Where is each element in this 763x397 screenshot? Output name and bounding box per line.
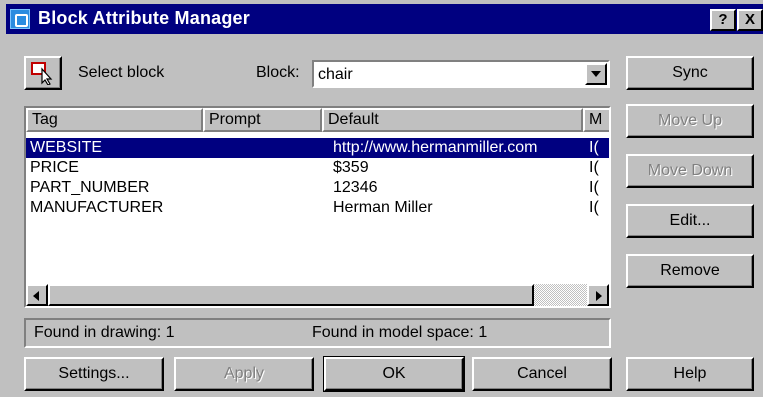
window-title: Block Attribute Manager [38, 8, 250, 28]
status-bar: Found in drawing: 1 Found in model space… [24, 318, 611, 348]
sync-button[interactable]: Sync [626, 56, 754, 90]
help-button[interactable]: Help [626, 357, 754, 391]
scroll-right-button[interactable] [587, 284, 609, 306]
ok-button[interactable]: OK [323, 356, 465, 392]
select-block-button[interactable] [24, 56, 62, 90]
arrow-right-icon [596, 291, 602, 301]
list-row-price[interactable]: PRICE $359 I( [26, 158, 609, 178]
remove-button-label: Remove [660, 262, 720, 279]
column-header-default[interactable]: Default [322, 108, 583, 132]
cell-mode: I( [589, 159, 599, 176]
column-header-tag[interactable]: Tag [26, 108, 203, 132]
move-up-button[interactable]: Move Up [626, 104, 754, 138]
column-header-prompt[interactable]: Prompt [203, 108, 322, 132]
cancel-button[interactable]: Cancel [472, 357, 612, 391]
cell-default: 12346 [333, 179, 378, 196]
app-icon [10, 9, 30, 29]
horizontal-scrollbar[interactable] [26, 284, 609, 306]
found-in-drawing-text: Found in drawing: 1 [34, 324, 175, 341]
list-row-manufacturer[interactable]: MANUFACTURER Herman Miller I( [26, 198, 609, 218]
cell-mode: I( [589, 179, 599, 196]
arrow-left-icon [33, 291, 39, 301]
close-button[interactable]: X [737, 9, 763, 31]
cell-default: $359 [333, 159, 369, 176]
cancel-button-label: Cancel [517, 365, 567, 382]
chevron-down-icon [591, 71, 601, 77]
move-down-button[interactable]: Move Down [626, 154, 754, 188]
cell-tag: WEBSITE [30, 139, 103, 156]
settings-button-label: Settings... [58, 365, 130, 382]
scroll-left-button[interactable] [26, 284, 48, 306]
block-dropdown-value: chair [318, 66, 353, 83]
apply-button-label: Apply [223, 365, 265, 382]
settings-button[interactable]: Settings... [24, 357, 164, 391]
block-label: Block: [256, 64, 300, 81]
dropdown-arrow-button[interactable] [585, 63, 607, 85]
cell-default: Herman Miller [333, 199, 433, 216]
cell-default: http://www.hermanmiller.com [333, 139, 538, 156]
pick-cursor-icon [31, 62, 53, 85]
help-title-button[interactable]: ? [710, 9, 736, 31]
column-header-mode[interactable]: M [583, 108, 609, 132]
move-up-button-label: Move Up [657, 112, 723, 129]
move-down-button-label: Move Down [647, 162, 733, 179]
sync-button-label: Sync [672, 64, 708, 81]
list-row-part-number[interactable]: PART_NUMBER 12346 I( [26, 178, 609, 198]
help-button-label: Help [673, 365, 707, 382]
ok-button-label: OK [382, 365, 406, 382]
edit-button-label: Edit... [669, 212, 711, 229]
cell-tag: MANUFACTURER [30, 199, 164, 216]
block-attribute-manager-dialog: Block Attribute Manager ? X Select block… [0, 0, 763, 397]
cell-mode: I( [589, 199, 599, 216]
edit-button[interactable]: Edit... [626, 204, 754, 238]
cell-tag: PART_NUMBER [30, 179, 150, 196]
remove-button[interactable]: Remove [626, 254, 754, 288]
block-dropdown[interactable]: chair [312, 60, 610, 88]
scrollbar-thumb[interactable] [48, 284, 534, 306]
select-block-label: Select block [78, 64, 165, 81]
cell-mode: I( [589, 139, 599, 156]
apply-button[interactable]: Apply [174, 357, 314, 391]
cell-tag: PRICE [30, 159, 79, 176]
title-bar[interactable]: Block Attribute Manager ? X [6, 4, 763, 34]
scrollbar-track[interactable] [534, 284, 587, 306]
attribute-list[interactable]: Tag Prompt Default M WEBSITE http://www.… [24, 106, 611, 308]
found-in-model-space-text: Found in model space: 1 [312, 324, 488, 341]
list-row-website[interactable]: WEBSITE http://www.hermanmiller.com I( [26, 138, 609, 158]
